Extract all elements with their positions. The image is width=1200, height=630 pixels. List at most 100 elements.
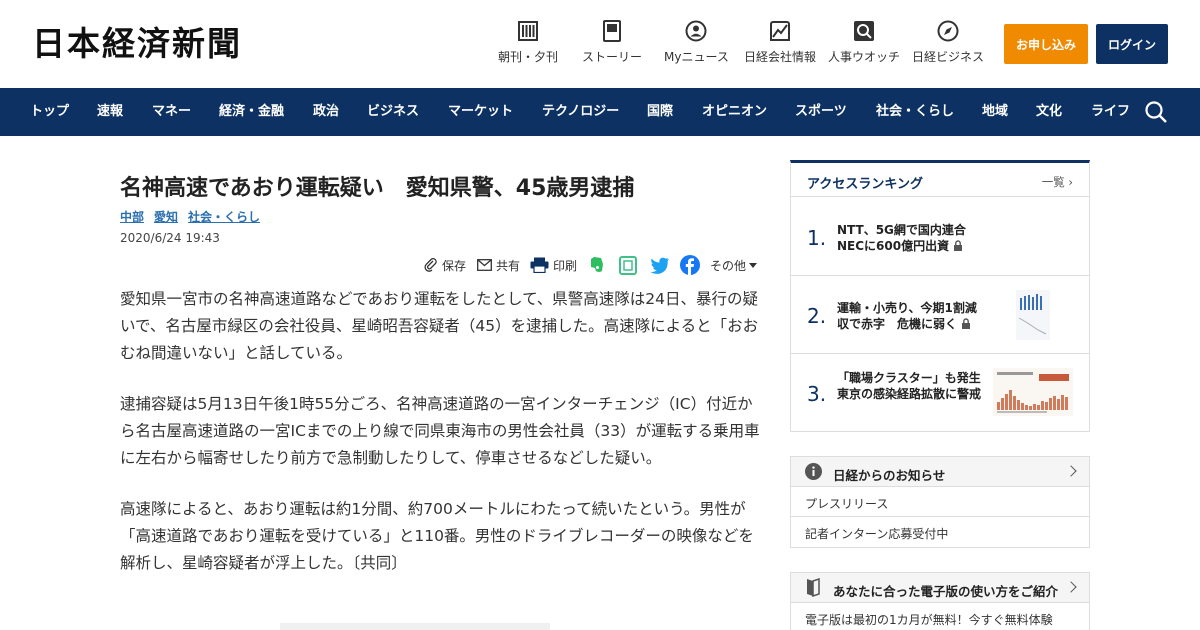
nav-item-breaking[interactable]: 速報 xyxy=(97,88,123,136)
tag-link[interactable]: 社会・くらし xyxy=(188,208,260,225)
print-button[interactable]: 印刷 xyxy=(530,256,577,274)
nav-item-sports[interactable]: スポーツ xyxy=(795,88,847,136)
magnifier-icon xyxy=(853,20,875,42)
apply-button[interactable]: お申し込み xyxy=(1004,24,1088,64)
nav-item-money[interactable]: マネー xyxy=(152,88,191,136)
nav-item-international[interactable]: 国際 xyxy=(647,88,673,136)
note-icon xyxy=(619,255,637,275)
nav-label: 日経会社情報 xyxy=(744,50,817,64)
nikkei-notices: 日経からのお知らせ プレスリリース 記者インターン応募受付中 xyxy=(790,456,1090,548)
tag-link[interactable]: 中部 xyxy=(120,208,144,225)
intern-link[interactable]: 記者インターン応募受付中 xyxy=(791,517,1089,547)
site-logo[interactable]: 日本経済新聞 xyxy=(32,24,242,64)
nav-my-news[interactable]: Myニュース xyxy=(664,20,729,65)
lock-icon xyxy=(953,239,963,255)
nav-item-market[interactable]: マーケット xyxy=(448,88,513,136)
article-tags: 中部 愛知 社会・くらし xyxy=(120,208,260,225)
save-button[interactable]: 保存 xyxy=(424,256,466,274)
nav-item-economy-finance[interactable]: 経済・金融 xyxy=(219,88,284,136)
search-icon[interactable] xyxy=(1144,100,1168,124)
share-button[interactable]: 共有 xyxy=(477,256,520,274)
paperclip-icon xyxy=(424,258,438,272)
notices-title: 日経からのお知らせ xyxy=(833,468,946,483)
ranking-number: 2. xyxy=(807,304,827,328)
guide-title: あなたに合った電子版の使い方をご紹介 xyxy=(833,584,1059,599)
ranking-item[interactable]: 1. NTT、5G網で国内連合 NECに600億円出資 xyxy=(791,198,1089,276)
printer-icon xyxy=(530,257,549,273)
ranking-item[interactable]: 2. 運輸・小売り、今期1割減収で赤字 危機に弱く xyxy=(791,276,1089,354)
nav-item-life[interactable]: ライフ xyxy=(1091,88,1130,136)
site-header: 日本経済新聞 朝刊・夕刊 ストーリー Myニュース 日経会社情報 人事ウオッチ xyxy=(0,0,1200,88)
ranking-all-label: 一覧 xyxy=(1041,175,1065,189)
press-release-link[interactable]: プレスリリース xyxy=(791,487,1089,517)
nav-item-business[interactable]: ビジネス xyxy=(367,88,419,136)
ranking-item[interactable]: 3. 「職場クラスター」も発生 東京の感染経路拡散に警戒 xyxy=(791,354,1089,432)
tag-link[interactable]: 愛知 xyxy=(154,208,178,225)
article-paragraph: 高速隊によると、あおり運転は約1分間、約700メートルにわたって続いたという。男… xyxy=(120,500,754,572)
nav-item-culture[interactable]: 文化 xyxy=(1036,88,1062,136)
nav-item-politics[interactable]: 政治 xyxy=(313,88,339,136)
ranking-title: アクセスランキング xyxy=(807,177,923,192)
caret-down-icon xyxy=(749,262,758,268)
ranking-headline: 「職場クラスター」も発生 東京の感染経路拡散に警戒 xyxy=(837,371,993,401)
bookmark-icon xyxy=(805,577,821,600)
free-trial-link[interactable]: 電子版は最初の1カ月が無料！今すぐ無料体験 xyxy=(791,603,1089,630)
facebook-icon xyxy=(680,255,700,275)
nav-label: 人事ウオッチ xyxy=(828,50,901,64)
chevron-right-icon: › xyxy=(1068,175,1073,189)
ranking-header: アクセスランキング 一覧 › xyxy=(791,163,1089,197)
document-icon xyxy=(601,20,623,42)
lock-icon xyxy=(961,317,971,333)
twitter-button[interactable] xyxy=(650,256,670,274)
info-icon xyxy=(805,463,822,483)
more-share-button[interactable]: その他 xyxy=(710,256,758,274)
login-button[interactable]: ログイン xyxy=(1096,24,1168,64)
nav-label: Myニュース xyxy=(664,50,729,64)
compass-icon xyxy=(937,20,959,42)
guide-text: 電子版は最初の1カ月が無料！今すぐ無料体験 xyxy=(805,613,1053,627)
nav-nikkei-business[interactable]: 日経ビジネス xyxy=(912,20,984,65)
nav-item-society[interactable]: 社会・くらし xyxy=(876,88,954,136)
link-label: プレスリリース xyxy=(805,497,889,511)
ranking-number: 3. xyxy=(807,382,827,406)
company-chart-icon xyxy=(769,20,791,42)
nav-company-info[interactable]: 日経会社情報 xyxy=(744,20,816,65)
nav-morning-evening[interactable]: 朝刊・夕刊 xyxy=(498,20,558,65)
print-label: 印刷 xyxy=(553,258,578,273)
access-ranking: アクセスランキング 一覧 › 1. NTT、5G網で国内連合 NECに600億円… xyxy=(790,160,1090,432)
more-label: その他 xyxy=(710,258,747,273)
nav-item-top[interactable]: トップ xyxy=(30,88,69,136)
twitter-icon xyxy=(650,257,670,274)
nav-story[interactable]: ストーリー xyxy=(582,20,642,65)
ranking-all-link[interactable]: 一覧 › xyxy=(1042,174,1073,190)
nav-personnel-watch[interactable]: 人事ウオッチ xyxy=(828,20,900,65)
ranking-thumbnail xyxy=(1016,290,1050,340)
lower-content-hint xyxy=(280,623,550,630)
ranking-headline: 運輸・小売り、今期1割減収で赤字 危機に弱く xyxy=(837,300,977,333)
evernote-icon xyxy=(587,256,605,274)
article-title: 名神高速であおり運転疑い 愛知県警、45歳男逮捕 xyxy=(120,176,635,201)
evernote-button[interactable] xyxy=(587,256,605,274)
person-icon xyxy=(685,20,707,42)
nav-item-opinion[interactable]: オピニオン xyxy=(702,88,767,136)
nav-label: ストーリー xyxy=(582,50,643,64)
nav-item-technology[interactable]: テクノロジー xyxy=(542,88,619,136)
ranking-headline: NTT、5G網で国内連合 NECに600億円出資 xyxy=(837,222,978,255)
article-date: 2020/6/24 19:43 xyxy=(120,231,220,245)
article-paragraph: 逮捕容疑は5月13日午後1時55分ごろ、名神高速道路の一宮インターチェンジ（IC… xyxy=(120,395,760,467)
newspaper-icon xyxy=(517,20,539,42)
category-nav: トップ 速報 マネー 経済・金融 政治 ビジネス マーケット テクノロジー 国際… xyxy=(0,88,1200,136)
ranking-number: 1. xyxy=(807,226,827,250)
notices-header[interactable]: 日経からのお知らせ xyxy=(791,457,1089,487)
article-paragraph: 愛知県一宮市の名神高速道路などであおり運転をしたとして、県警高速隊は24日、暴行… xyxy=(120,290,759,362)
link-label: 記者インターン応募受付中 xyxy=(805,527,949,541)
guide-header[interactable]: あなたに合った電子版の使い方をご紹介 xyxy=(791,573,1089,603)
chevron-right-icon xyxy=(1065,465,1077,477)
nav-item-region[interactable]: 地域 xyxy=(982,88,1008,136)
note-button[interactable] xyxy=(619,255,637,275)
save-label: 保存 xyxy=(442,258,467,273)
ranking-headline-text: 運輸・小売り、今期1割減収で赤字 危機に弱く xyxy=(837,301,977,331)
nav-label: 朝刊・夕刊 xyxy=(498,50,559,64)
share-label: 共有 xyxy=(496,258,521,273)
facebook-button[interactable] xyxy=(680,255,700,275)
